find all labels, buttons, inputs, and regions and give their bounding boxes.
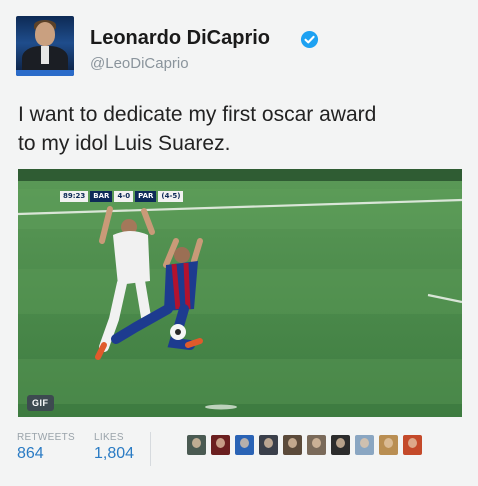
avatar[interactable]: [16, 16, 74, 76]
football-pitch-image: [18, 169, 462, 417]
aggregate-score: (4-5): [158, 190, 184, 202]
liker-avatar[interactable]: [307, 435, 326, 455]
retweets-label: RETWEETS: [17, 432, 75, 443]
liker-avatars: [187, 435, 422, 455]
avatar-shirt: [41, 46, 49, 64]
likes-label: LIKES: [94, 432, 124, 443]
football-icon: [170, 324, 186, 340]
tweet-text-line: I want to dedicate my first oscar award: [18, 103, 377, 126]
liker-avatar[interactable]: [331, 435, 350, 455]
scoreboard: 89:23 BAR 4-0 PAR (4-5): [60, 190, 184, 202]
match-clock: 89:23: [60, 190, 89, 202]
avatar-caption-bar: [16, 70, 74, 76]
liker-avatar[interactable]: [259, 435, 278, 455]
score: 4-0: [114, 190, 134, 202]
tweet-text-line: to my idol Luis Suarez.: [18, 132, 231, 155]
liker-avatar[interactable]: [235, 435, 254, 455]
retweets-count[interactable]: 864: [17, 445, 44, 463]
liker-avatar[interactable]: [187, 435, 206, 455]
verified-badge-icon: [300, 30, 319, 49]
liker-avatar[interactable]: [355, 435, 374, 455]
tweet-card: Leonardo DiCaprio @LeoDiCaprio I want to…: [0, 0, 478, 486]
team-home: BAR: [90, 190, 113, 202]
tweet-text: I want to dedicate my first oscar award …: [18, 100, 468, 158]
gif-badge: GIF: [27, 395, 54, 411]
stats-divider: [150, 432, 151, 466]
liker-avatar[interactable]: [211, 435, 230, 455]
avatar-head: [35, 22, 55, 46]
user-handle[interactable]: @LeoDiCaprio: [90, 55, 189, 72]
gif-media[interactable]: 89:23 BAR 4-0 PAR (4-5) GIF: [18, 169, 462, 417]
team-away: PAR: [135, 190, 157, 202]
liker-avatar[interactable]: [283, 435, 302, 455]
user-display-name[interactable]: Leonardo DiCaprio: [90, 27, 270, 50]
likes-count[interactable]: 1,804: [94, 445, 134, 463]
liker-avatar[interactable]: [403, 435, 422, 455]
liker-avatar[interactable]: [379, 435, 398, 455]
